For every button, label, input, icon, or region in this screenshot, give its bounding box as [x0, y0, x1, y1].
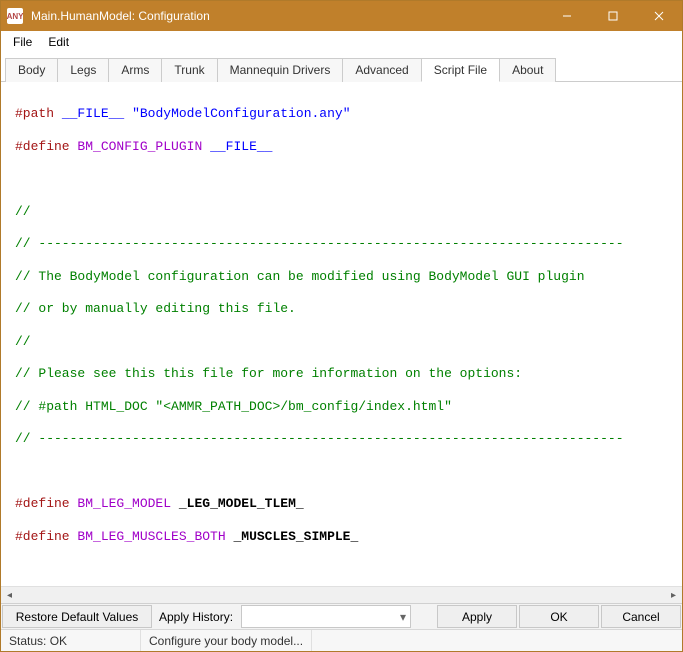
code-comment: //	[15, 204, 31, 219]
code-token: #define	[15, 529, 70, 544]
apply-history-dropdown[interactable]: ▾	[241, 605, 411, 628]
status-bar: Status: OK Configure your body model...	[1, 629, 682, 651]
code-token: #path	[15, 106, 54, 121]
code-token: BM_CONFIG_PLUGIN	[77, 139, 202, 154]
cancel-button[interactable]: Cancel	[601, 605, 681, 628]
menu-file[interactable]: File	[5, 33, 40, 51]
scroll-right-icon[interactable]: ▸	[665, 587, 682, 604]
close-button[interactable]	[636, 1, 682, 31]
code-token: __FILE__	[62, 106, 124, 121]
code-comment: // The BodyModel configuration can be mo…	[15, 269, 585, 284]
tab-about[interactable]: About	[499, 58, 556, 82]
tab-legs[interactable]: Legs	[57, 58, 109, 82]
tab-content: #path __FILE__ "BodyModelConfiguration.a…	[1, 82, 682, 629]
apply-button[interactable]: Apply	[437, 605, 517, 628]
minimize-button[interactable]	[544, 1, 590, 31]
code-comment: // Please see this this file for more in…	[15, 366, 522, 381]
code-token: #define	[15, 139, 70, 154]
code-comment: // #path HTML_DOC "<AMMR_PATH_DOC>/bm_co…	[15, 399, 452, 414]
scroll-track[interactable]	[18, 587, 665, 603]
code-comment: // or by manually editing this file.	[15, 301, 296, 316]
code-comment: // -------------------------------------…	[15, 236, 624, 251]
app-window: ANY Main.HumanModel: Configuration File …	[0, 0, 683, 652]
script-editor[interactable]: #path __FILE__ "BodyModelConfiguration.a…	[1, 82, 682, 586]
tab-trunk[interactable]: Trunk	[161, 58, 217, 82]
code-token: BM_LEG_MODEL	[77, 496, 171, 511]
titlebar[interactable]: ANY Main.HumanModel: Configuration	[1, 1, 682, 31]
ok-button[interactable]: OK	[519, 605, 599, 628]
code-token: _MUSCLES_SIMPLE_	[233, 529, 358, 544]
code-token: _LEG_MODEL_TLEM_	[179, 496, 304, 511]
code-comment: // -------------------------------------…	[15, 431, 624, 446]
horizontal-scrollbar[interactable]: ◂ ▸	[1, 586, 682, 603]
chevron-down-icon: ▾	[400, 610, 406, 624]
app-icon: ANY	[7, 8, 23, 24]
tab-mannequin-drivers[interactable]: Mannequin Drivers	[217, 58, 344, 82]
action-bar: Restore Default Values Apply History: ▾ …	[1, 603, 682, 629]
code-token: #define	[15, 496, 70, 511]
code-comment: //	[15, 334, 31, 349]
code-token: BM_LEG_MUSCLES_BOTH	[77, 529, 225, 544]
restore-defaults-button[interactable]: Restore Default Values	[2, 605, 152, 628]
tab-body[interactable]: Body	[5, 58, 58, 82]
window-title: Main.HumanModel: Configuration	[31, 9, 544, 23]
apply-history-label: Apply History:	[153, 604, 239, 629]
tab-script-file[interactable]: Script File	[421, 58, 500, 82]
status-text: Status: OK	[1, 630, 141, 651]
menubar: File Edit	[1, 31, 682, 53]
tab-strip: Body Legs Arms Trunk Mannequin Drivers A…	[1, 53, 682, 82]
code-token: __FILE__	[210, 139, 272, 154]
menu-edit[interactable]: Edit	[40, 33, 77, 51]
tab-arms[interactable]: Arms	[108, 58, 162, 82]
status-message: Configure your body model...	[141, 630, 312, 651]
tab-advanced[interactable]: Advanced	[342, 58, 421, 82]
maximize-button[interactable]	[590, 1, 636, 31]
scroll-left-icon[interactable]: ◂	[1, 587, 18, 604]
code-token: "BodyModelConfiguration.any"	[132, 106, 350, 121]
